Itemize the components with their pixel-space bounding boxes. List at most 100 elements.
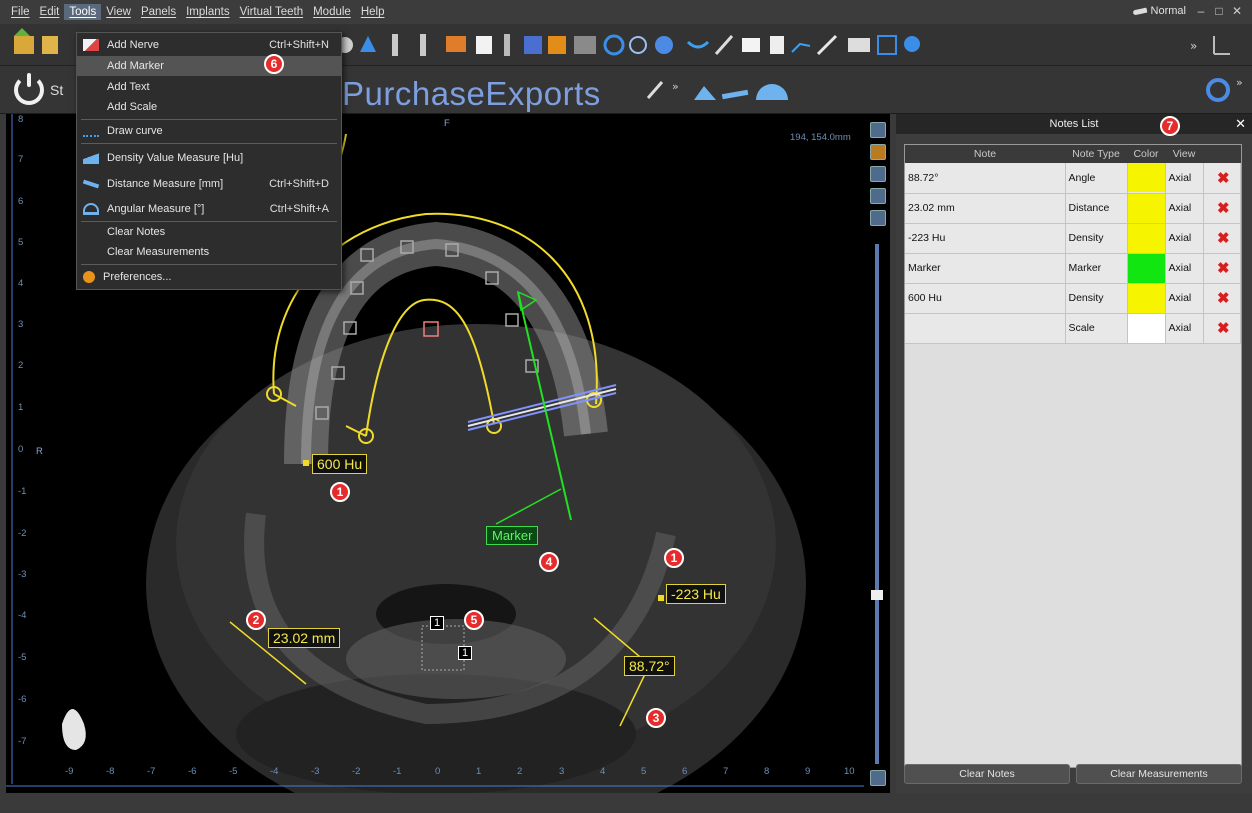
y-tick: -1 <box>18 486 27 497</box>
notes-row[interactable]: 600 Hu Density Axial ✖ <box>905 283 1241 314</box>
close-icon[interactable]: ✕ <box>1235 114 1246 134</box>
menu-panels[interactable]: Panels <box>136 4 181 20</box>
menu-help[interactable]: Help <box>356 4 390 20</box>
angle-measure-icon <box>756 84 788 100</box>
color-cell[interactable] <box>1127 253 1166 284</box>
menu-view[interactable]: View <box>101 4 136 20</box>
menu-density-measure[interactable]: Density Value Measure [Hu] <box>77 148 341 168</box>
scale-label-1[interactable]: 1 <box>430 616 445 630</box>
notes-row[interactable]: Marker Marker Axial ✖ <box>905 253 1241 284</box>
note-cell[interactable]: 600 Hu <box>905 283 1066 314</box>
menu-file[interactable]: File <box>6 4 35 20</box>
menu-clear-notes[interactable]: Clear Notes <box>77 222 341 242</box>
col-note-type[interactable]: Note Type <box>1065 145 1127 163</box>
x-tick: 2 <box>517 766 523 777</box>
pencil-tool-icon <box>646 81 664 99</box>
x-tick: 1 <box>476 766 482 777</box>
x-tick: 3 <box>559 766 565 777</box>
color-cell[interactable] <box>1127 283 1166 314</box>
color-cell[interactable] <box>1127 223 1166 254</box>
rotate-icon <box>603 34 625 56</box>
notes-row[interactable]: -223 Hu Density Axial ✖ <box>905 223 1241 254</box>
curve-icon <box>83 125 99 137</box>
menu-angular-measure[interactable]: Angular Measure [°] Ctrl+Shift+A <box>77 199 341 219</box>
scroll-down-icon[interactable] <box>870 770 886 786</box>
crop-icon <box>848 38 870 52</box>
x-tick: 5 <box>641 766 647 777</box>
note-cell[interactable]: 88.72° <box>905 163 1066 194</box>
callout-6-add-marker: 6 <box>264 54 284 74</box>
clear-measurements-button[interactable]: Clear Measurements <box>1076 764 1242 784</box>
x-tick: -3 <box>311 766 320 777</box>
tools-dropdown-menu: Add Nerve Ctrl+Shift+N Add Marker Add Te… <box>76 32 342 290</box>
menu-edit[interactable]: Edit <box>35 4 65 20</box>
menu-draw-curve[interactable]: Draw curve <box>77 121 341 141</box>
menu-add-scale[interactable]: Add Scale <box>77 97 341 117</box>
scale-label-2[interactable]: 1 <box>458 646 473 660</box>
refresh-icon <box>1206 78 1230 102</box>
color-swatch[interactable] <box>1127 253 1165 283</box>
color-swatch[interactable] <box>1127 223 1165 253</box>
density-label-600[interactable]: 600 Hu <box>312 454 368 474</box>
y-tick: -2 <box>18 528 27 539</box>
color-swatch[interactable] <box>1127 163 1165 193</box>
x-tick: 4 <box>600 766 606 777</box>
callout-2-distance: 2 <box>246 610 266 630</box>
mode-indicator[interactable]: Normal <box>1132 5 1186 17</box>
col-note[interactable]: Note <box>905 145 1065 163</box>
menu-distance-measure[interactable]: Distance Measure [mm] Ctrl+Shift+D <box>77 174 341 194</box>
density-view-icon[interactable] <box>870 166 886 182</box>
notes-row[interactable]: 88.72° Angle Axial ✖ <box>905 163 1241 194</box>
density-label-223[interactable]: -223 Hu <box>666 584 726 604</box>
delete-icon[interactable]: ✖ <box>1203 223 1241 254</box>
clear-notes-button[interactable]: Clear Notes <box>904 764 1070 784</box>
delete-icon[interactable]: ✖ <box>1203 313 1241 344</box>
color-cell[interactable] <box>1127 313 1166 344</box>
delete-icon[interactable]: ✖ <box>1203 253 1241 284</box>
guide-icon <box>524 36 542 54</box>
notes-table-container: Note Note Type Color View 88.72° Angle Axi… <box>904 144 1242 768</box>
menu-separator <box>81 143 337 144</box>
menu-add-text[interactable]: Add Text <box>77 77 341 97</box>
menu-clear-measurements[interactable]: Clear Measurements <box>77 242 341 262</box>
svg-text:»: » <box>672 80 679 93</box>
view-maximize-icon[interactable] <box>870 122 886 138</box>
minimize-icon[interactable]: – <box>1194 4 1208 18</box>
sleeve-icon <box>504 34 510 56</box>
menu-virtual-teeth[interactable]: Virtual Teeth <box>235 4 309 20</box>
y-tick: 6 <box>18 196 24 207</box>
y-tick: 0 <box>18 444 24 455</box>
col-color[interactable]: Color <box>1127 145 1165 163</box>
col-view[interactable]: View <box>1165 145 1203 163</box>
color-swatch[interactable] <box>1127 283 1165 313</box>
menu-add-nerve[interactable]: Add Nerve Ctrl+Shift+N <box>77 35 341 55</box>
note-cell[interactable]: 23.02 mm <box>905 193 1066 224</box>
color-cell[interactable] <box>1127 163 1166 194</box>
notes-row[interactable]: Scale Axial ✖ <box>905 313 1241 344</box>
eye-icon[interactable] <box>870 188 886 204</box>
y-tick: 5 <box>18 237 24 248</box>
note-cell[interactable]: -223 Hu <box>905 223 1066 254</box>
menu-implants[interactable]: Implants <box>181 4 234 20</box>
scroll-up-icon[interactable] <box>870 210 886 226</box>
note-cell[interactable] <box>905 313 1066 344</box>
menu-module[interactable]: Module <box>308 4 356 20</box>
delete-icon[interactable]: ✖ <box>1203 163 1241 194</box>
maximize-icon[interactable]: □ <box>1212 4 1226 18</box>
menu-add-marker[interactable]: Add Marker <box>77 56 341 76</box>
delete-icon[interactable]: ✖ <box>1203 193 1241 224</box>
menu-tools[interactable]: Tools <box>64 4 102 20</box>
note-cell[interactable]: Marker <box>905 253 1066 284</box>
close-window-icon[interactable]: ✕ <box>1230 4 1244 18</box>
marker-label[interactable]: Marker <box>486 526 539 545</box>
color-cell[interactable] <box>1127 193 1166 224</box>
color-swatch[interactable] <box>1127 313 1165 343</box>
slice-toggle-icon[interactable] <box>870 144 886 160</box>
angle-icon <box>83 203 99 215</box>
delete-icon[interactable]: ✖ <box>1203 283 1241 314</box>
distance-label[interactable]: 23.02 mm <box>268 628 341 648</box>
color-swatch[interactable] <box>1127 193 1165 223</box>
menu-preferences[interactable]: Preferences... <box>77 267 341 287</box>
notes-row[interactable]: 23.02 mm Distance Axial ✖ <box>905 193 1241 224</box>
angle-label[interactable]: 88.72° <box>624 656 675 676</box>
